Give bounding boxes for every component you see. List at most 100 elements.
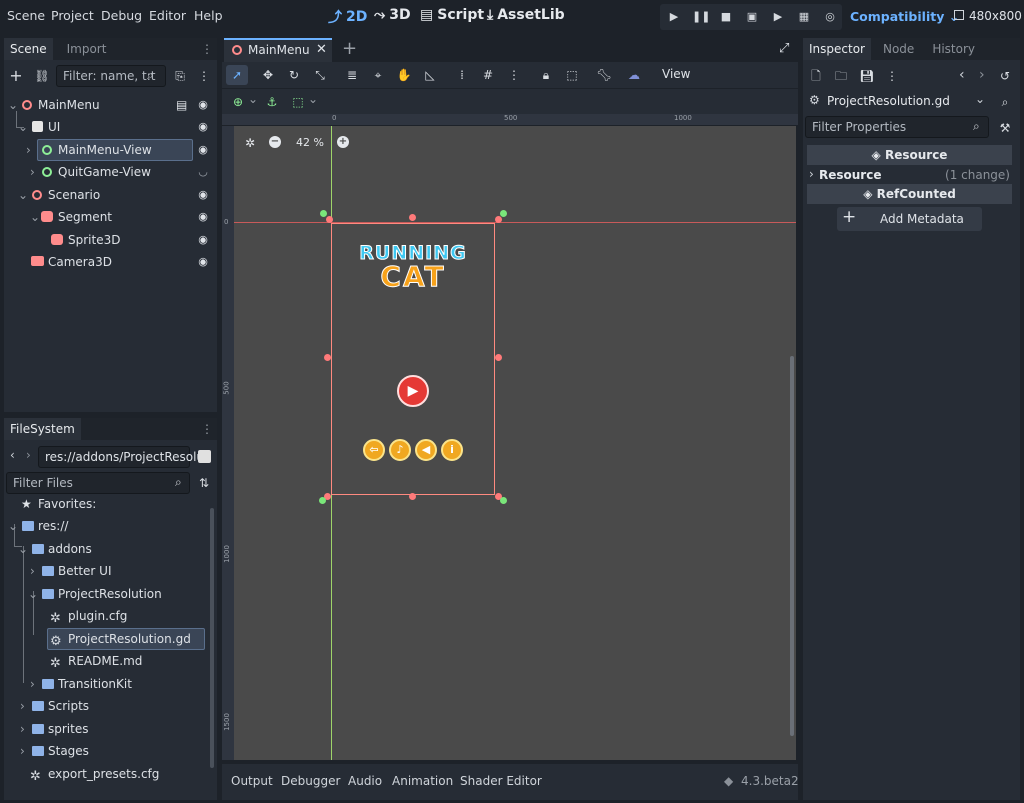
resize-handle[interactable] xyxy=(319,497,326,504)
split-view-icon[interactable] xyxy=(198,450,211,463)
resize-handle[interactable] xyxy=(324,354,331,361)
resource-property-row[interactable]: › Resource (1 change) xyxy=(807,165,1012,185)
folder-scripts[interactable]: › Scripts xyxy=(4,695,216,717)
view-menu[interactable]: View xyxy=(662,67,690,81)
object-history-icon[interactable]: ↺ xyxy=(997,68,1013,84)
select-icon[interactable]: ➚ xyxy=(229,67,245,83)
scale-icon[interactable]: ⤡ xyxy=(312,67,328,83)
pause-icon[interactable]: ❚❚ xyxy=(692,9,710,25)
movie-maker-icon[interactable]: ◎ xyxy=(822,9,838,25)
tab-inspector[interactable]: Inspector xyxy=(803,38,871,60)
scene-menu-icon[interactable]: ⋮ xyxy=(196,68,212,84)
menu-project[interactable]: Project xyxy=(51,8,94,23)
anchor-icon[interactable]: ⚓ xyxy=(264,94,280,110)
forward-icon[interactable]: › xyxy=(26,448,31,462)
visibility-eye-icon[interactable]: ◉ xyxy=(196,233,210,247)
remote-debug-icon[interactable]: ▣ xyxy=(744,9,760,25)
workspace-3d-button[interactable]: ⤳ 3D xyxy=(374,7,411,23)
tools-icon[interactable]: ⚒ xyxy=(997,120,1013,136)
tree-node-camera3d[interactable]: Camera3D ◉ xyxy=(4,251,216,273)
visibility-eye-icon[interactable]: ◉ xyxy=(196,210,210,224)
history-forward-icon[interactable]: › xyxy=(979,67,985,83)
resize-handle[interactable] xyxy=(495,354,502,361)
close-icon[interactable]: ✕ xyxy=(316,42,327,57)
file-plugin-cfg[interactable]: ✲ plugin.cfg xyxy=(4,605,216,627)
renderer-select[interactable]: Compatibility ⌄ xyxy=(850,9,959,24)
info-game-button[interactable]: i xyxy=(441,439,463,461)
move-icon[interactable]: ✥ xyxy=(260,67,276,83)
workspace-assetlib-button[interactable]: ⤓ AssetLib xyxy=(487,7,565,23)
add-child-icon[interactable]: ⊕ xyxy=(230,94,246,110)
visibility-eye-icon[interactable]: ◉ xyxy=(196,255,210,269)
file-readme-md[interactable]: ✲ README.md xyxy=(4,650,216,672)
tab-animation[interactable]: Animation xyxy=(392,774,453,788)
resize-handle[interactable] xyxy=(326,216,333,223)
resource-menu-icon[interactable]: ⋮ xyxy=(884,68,900,84)
list-select-icon[interactable]: ≣ xyxy=(344,67,360,83)
favorites-row[interactable]: ★ Favorites: xyxy=(4,493,216,515)
center-view-icon[interactable]: ✲ xyxy=(242,135,258,151)
menu-editor[interactable]: Editor xyxy=(149,8,186,23)
visibility-eye-icon[interactable]: ◉ xyxy=(196,98,210,112)
menu-help[interactable]: Help xyxy=(194,8,223,23)
workspace-2d-button[interactable]: ⤴ 2D xyxy=(328,7,367,27)
dock-menu-icon[interactable]: ⋮ xyxy=(197,38,217,60)
hidden-eye-icon[interactable]: ◡ xyxy=(196,165,210,179)
save-icon[interactable]: 💾︎ xyxy=(859,68,875,84)
dock-menu-icon[interactable]: ⋮ xyxy=(197,418,217,440)
folder-better-ui[interactable]: › Better UI xyxy=(4,560,216,582)
scene-tab-mainmenu[interactable]: MainMenu ✕ xyxy=(224,38,332,62)
menu-debug[interactable]: Debug xyxy=(101,8,142,23)
history-back-icon[interactable]: ‹ xyxy=(959,67,965,83)
file-projectresolution-gd[interactable]: ⚙ ProjectResolution.gd xyxy=(4,628,216,650)
tab-node[interactable]: Node xyxy=(877,38,920,60)
add-node-icon[interactable]: + xyxy=(8,68,24,84)
bone-icon[interactable]: 🦴︎ xyxy=(596,67,612,83)
folder-addons[interactable]: ⌄ addons xyxy=(4,538,216,560)
tab-history[interactable]: History xyxy=(926,38,981,60)
folder-res-root[interactable]: ⌄ res:// xyxy=(4,515,216,537)
chevron-down-icon[interactable]: ⌄ xyxy=(248,92,258,106)
add-metadata-button[interactable]: + Add Metadata xyxy=(837,207,982,231)
visibility-eye-icon[interactable]: ◉ xyxy=(196,143,210,157)
group-icon[interactable]: ⬚ xyxy=(564,67,580,83)
tab-debugger[interactable]: Debugger xyxy=(281,774,340,788)
stop-icon[interactable]: ■ xyxy=(718,9,734,25)
canvas-viewport[interactable]: ✲ − 42 % + RUNNING CAT ▶ ⇦ ♪ ◀ i xyxy=(234,126,796,760)
resize-handle[interactable] xyxy=(409,493,416,500)
tab-shader-editor[interactable]: Shader Editor xyxy=(460,774,542,788)
tab-scene[interactable]: Scene xyxy=(4,38,53,60)
filter-files-input[interactable]: Filter Files xyxy=(6,472,190,494)
sort-icon[interactable]: ⇅ xyxy=(196,475,212,491)
tree-node-sprite3d[interactable]: Sprite3D ◉ xyxy=(4,229,216,251)
grid-snap-icon[interactable]: # xyxy=(480,67,496,83)
new-resource-icon[interactable]: 🗋︎ xyxy=(808,68,824,84)
distraction-free-icon[interactable]: ⤢ xyxy=(779,41,789,56)
resize-handle[interactable] xyxy=(500,210,507,217)
ruler-icon[interactable]: ◺ xyxy=(422,67,438,83)
zoom-out-icon[interactable]: − xyxy=(269,136,281,148)
zoom-level[interactable]: 42 % xyxy=(296,136,324,149)
tree-node-mainmenu[interactable]: ⌄ MainMenu ▤ ◉ xyxy=(4,94,216,116)
tab-output[interactable]: Output xyxy=(231,774,273,788)
pivot-icon[interactable]: ⌖ xyxy=(370,67,386,83)
visibility-eye-icon[interactable]: ◉ xyxy=(196,120,210,134)
tab-audio[interactable]: Audio xyxy=(348,774,382,788)
sound-game-button[interactable]: ◀ xyxy=(415,439,437,461)
back-game-button[interactable]: ⇦ xyxy=(363,439,385,461)
help-doc-icon[interactable]: ⌕ xyxy=(997,94,1013,110)
folder-stages[interactable]: › Stages xyxy=(4,740,216,762)
resize-handle[interactable] xyxy=(495,216,502,223)
workspace-script-button[interactable]: ▤ Script xyxy=(420,7,484,23)
music-game-button[interactable]: ♪ xyxy=(389,439,411,461)
path-input[interactable]: res://addons/ProjectResolu xyxy=(38,446,204,468)
tree-node-segment[interactable]: ⌄ Segment ◉ xyxy=(4,206,216,228)
tree-node-mainmenu-view[interactable]: › MainMenu-View ◉ xyxy=(4,139,216,161)
link-icon[interactable]: ⛓ xyxy=(34,68,50,84)
vertical-scrollbar[interactable] xyxy=(790,356,794,736)
add-scene-tab-icon[interactable]: + xyxy=(342,38,357,59)
container-sizing-icon[interactable]: ⬚ xyxy=(290,94,306,110)
tree-node-scenario[interactable]: ⌄ Scenario ◉ xyxy=(4,184,216,206)
resize-handle[interactable] xyxy=(409,214,416,221)
chevron-down-icon[interactable]: ⌄ xyxy=(308,92,318,106)
